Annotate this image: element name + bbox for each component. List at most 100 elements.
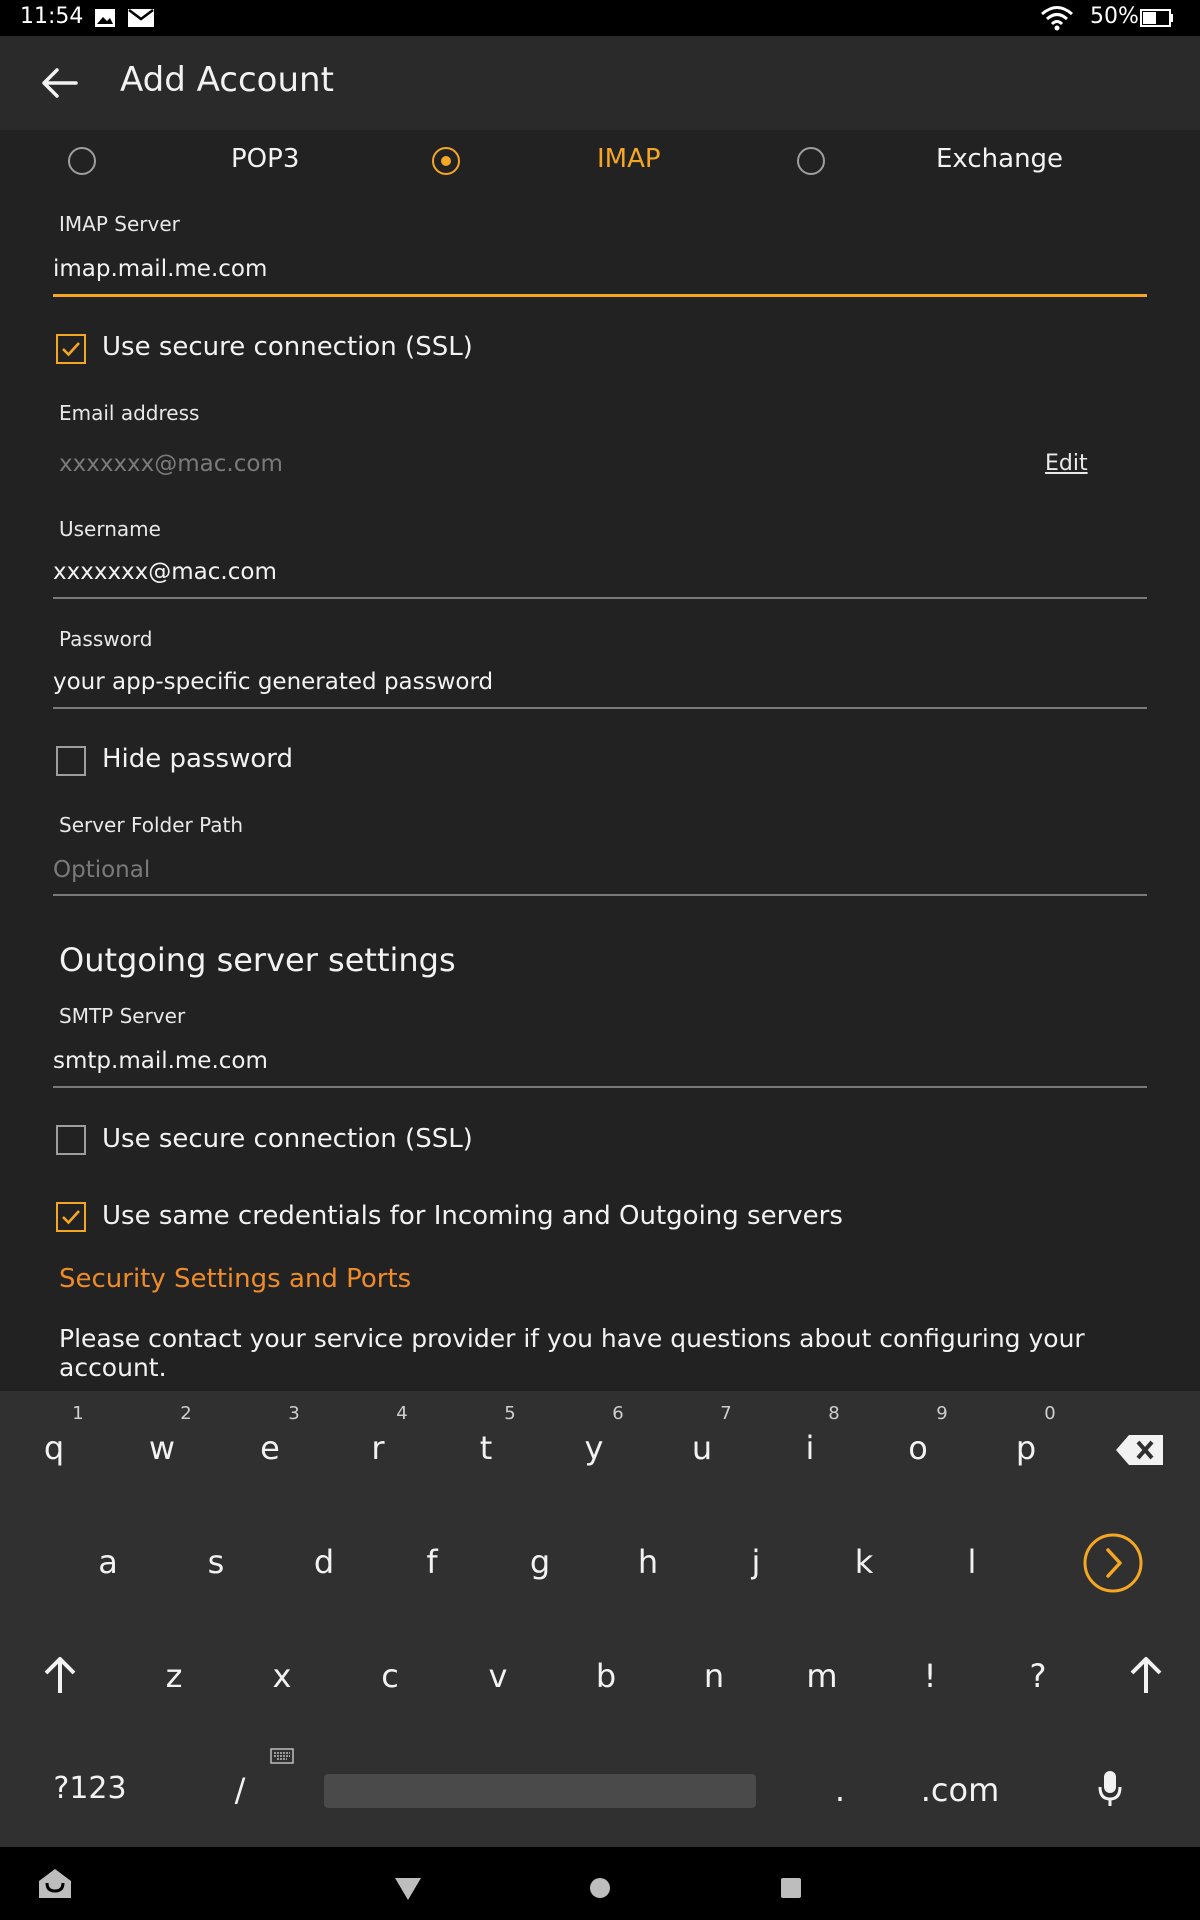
shift-right-icon[interactable] — [1128, 1655, 1164, 1699]
key-s[interactable]: s — [186, 1543, 246, 1581]
security-settings-link[interactable]: Security Settings and Ports — [59, 1264, 411, 1294]
key-hint: 6 — [612, 1403, 624, 1424]
key-z[interactable]: z — [144, 1657, 204, 1695]
smtp-server-input[interactable]: smtp.mail.me.com — [53, 1048, 268, 1074]
username-input[interactable]: xxxxxxx@mac.com — [53, 559, 277, 585]
key-b[interactable]: b — [576, 1657, 636, 1695]
key-hint: 2 — [180, 1403, 192, 1424]
password-label: Password — [59, 627, 153, 651]
outgoing-heading: Outgoing server settings — [59, 941, 456, 979]
incoming-ssl-label[interactable]: Use secure connection (SSL) — [102, 332, 473, 362]
key-hint: 4 — [396, 1403, 408, 1424]
wifi-icon — [1040, 5, 1074, 35]
key-hint: 9 — [936, 1403, 948, 1424]
outgoing-ssl-checkbox[interactable] — [56, 1125, 86, 1155]
key-e[interactable]: e — [240, 1429, 300, 1467]
key-hint: 0 — [1044, 1403, 1056, 1424]
back-nav-icon[interactable] — [394, 1877, 422, 1905]
imap-server-input[interactable]: imap.mail.me.com — [53, 256, 1146, 282]
key-u[interactable]: u — [672, 1429, 732, 1467]
radio-imap[interactable] — [432, 147, 460, 175]
dotcom-key[interactable]: .com — [910, 1771, 1010, 1809]
navigation-bar — [0, 1847, 1200, 1920]
help-note: Please contact your service provider if … — [59, 1324, 1085, 1382]
outgoing-ssl-label[interactable]: Use secure connection (SSL) — [102, 1124, 473, 1154]
key-m[interactable]: m — [792, 1657, 852, 1695]
imap-server-label: IMAP Server — [59, 212, 180, 236]
key-p[interactable]: p — [996, 1429, 1056, 1467]
backspace-icon[interactable] — [1115, 1433, 1165, 1471]
key-j[interactable]: j — [726, 1543, 786, 1581]
next-field-icon[interactable] — [1082, 1532, 1144, 1598]
key-hint: 5 — [504, 1403, 516, 1424]
radio-exchange-label[interactable]: Exchange — [936, 144, 1063, 174]
key-a[interactable]: a — [78, 1543, 138, 1581]
key-q[interactable]: q — [24, 1429, 84, 1467]
radio-imap-label[interactable]: IMAP — [597, 144, 661, 174]
battery-percent: 50% — [1090, 4, 1139, 29]
key-hint: 8 — [828, 1403, 840, 1424]
key-y[interactable]: y — [564, 1429, 624, 1467]
status-time: 11:54 — [20, 4, 84, 29]
radio-pop3[interactable] — [68, 147, 96, 175]
hide-password-checkbox[interactable] — [56, 746, 86, 776]
username-label: Username — [59, 517, 161, 541]
home-nav-icon[interactable] — [589, 1877, 611, 1903]
key-k[interactable]: k — [834, 1543, 894, 1581]
key-r[interactable]: r — [348, 1429, 408, 1467]
same-credentials-checkbox[interactable] — [56, 1202, 86, 1232]
key-g[interactable]: g — [510, 1543, 570, 1581]
home-store-icon[interactable] — [38, 1867, 72, 1903]
radio-exchange[interactable] — [797, 147, 825, 175]
key-hint: 3 — [288, 1403, 300, 1424]
email-label: Email address — [59, 401, 200, 425]
key-t[interactable]: t — [456, 1429, 516, 1467]
key-v[interactable]: v — [468, 1657, 528, 1695]
imap-server-underline — [53, 294, 1147, 297]
key-hint: 1 — [72, 1403, 84, 1424]
symbols-key[interactable]: ?123 — [40, 1771, 140, 1806]
check-icon — [62, 342, 80, 357]
check-icon — [62, 1210, 80, 1225]
password-underline — [53, 707, 1147, 709]
key-l[interactable]: l — [942, 1543, 1002, 1581]
key-c[interactable]: c — [360, 1657, 420, 1695]
microphone-icon[interactable] — [1098, 1769, 1122, 1813]
key-period[interactable]: . — [810, 1771, 870, 1809]
key-x[interactable]: x — [252, 1657, 312, 1695]
back-arrow-icon[interactable] — [40, 66, 80, 104]
folder-path-input[interactable]: Optional — [53, 857, 150, 883]
key-h[interactable]: h — [618, 1543, 678, 1581]
recents-nav-icon[interactable] — [780, 1877, 802, 1903]
folder-path-label: Server Folder Path — [59, 813, 244, 837]
status-bar: 11:54 50% — [0, 0, 1200, 36]
username-underline — [53, 597, 1147, 599]
key-f[interactable]: f — [402, 1543, 462, 1581]
key-slash[interactable]: / — [210, 1771, 270, 1809]
key-exclamation[interactable]: ! — [900, 1657, 960, 1695]
key-hint: 7 — [720, 1403, 732, 1424]
spacebar[interactable] — [324, 1774, 756, 1808]
gallery-icon — [94, 8, 116, 32]
radio-pop3-label[interactable]: POP3 — [231, 144, 299, 174]
page-title: Add Account — [120, 60, 334, 100]
app-bar: Add Account — [0, 36, 1200, 130]
mail-icon — [128, 9, 154, 31]
battery-icon — [1140, 9, 1174, 31]
key-w[interactable]: w — [132, 1429, 192, 1467]
password-input[interactable]: your app-specific generated password — [53, 669, 493, 695]
account-type-selector: POP3 IMAP Exchange — [0, 130, 1200, 190]
shift-left-icon[interactable] — [42, 1655, 78, 1699]
keyboard-switch-icon[interactable] — [270, 1748, 294, 1768]
key-o[interactable]: o — [888, 1429, 948, 1467]
key-d[interactable]: d — [294, 1543, 354, 1581]
smtp-server-label: SMTP Server — [59, 1004, 186, 1028]
email-field: xxxxxxx@mac.com — [59, 451, 283, 477]
incoming-ssl-checkbox[interactable] — [56, 334, 86, 364]
key-question[interactable]: ? — [1008, 1657, 1068, 1695]
hide-password-label[interactable]: Hide password — [102, 744, 293, 774]
key-n[interactable]: n — [684, 1657, 744, 1695]
edit-email-link[interactable]: Edit — [1045, 451, 1088, 476]
same-credentials-label[interactable]: Use same credentials for Incoming and Ou… — [102, 1201, 843, 1231]
key-i[interactable]: i — [780, 1429, 840, 1467]
